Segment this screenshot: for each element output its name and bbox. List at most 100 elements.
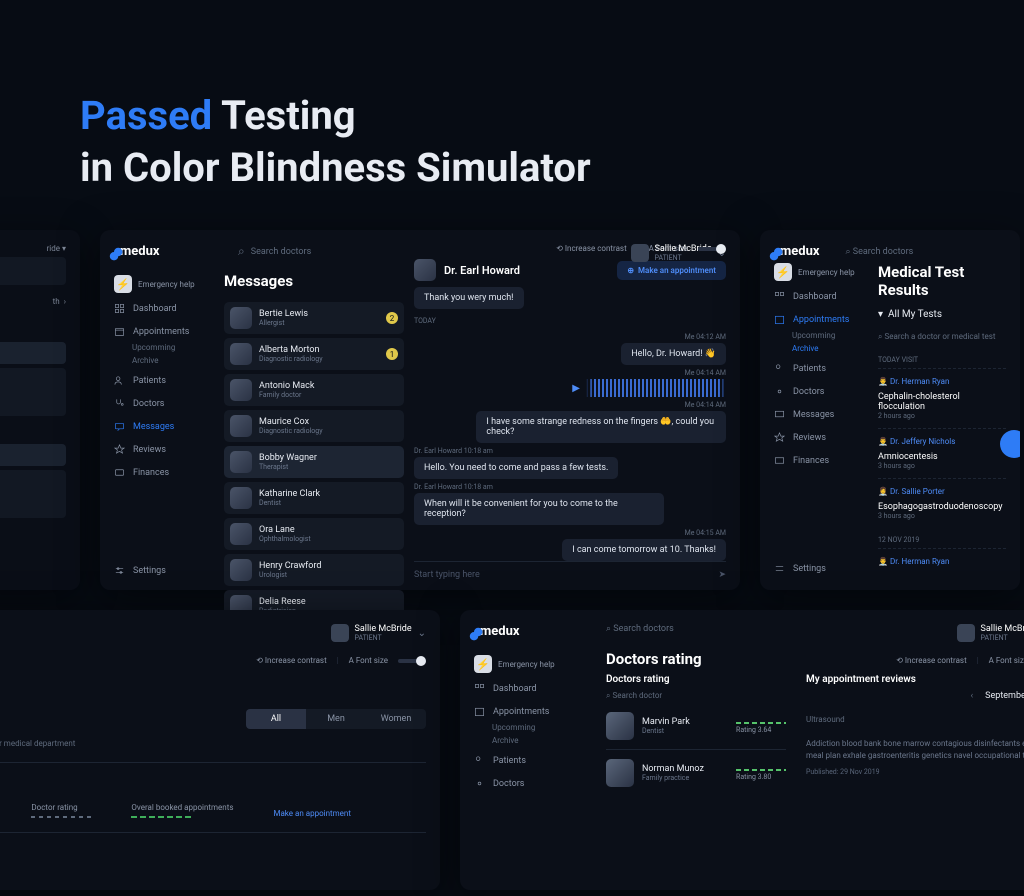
nav-reviews[interactable]: Reviews [114, 442, 224, 457]
nav-settings[interactable]: Settings [774, 563, 864, 574]
stethoscope-icon [114, 398, 125, 409]
users-icon [774, 363, 785, 374]
sliders-icon [114, 565, 125, 576]
doctor-row[interactable]: Marvin ParkDentist Rating 3.64 [606, 707, 786, 745]
nav-archive[interactable]: Archive [114, 356, 224, 365]
chat-pane: ⟲ Increase contrast | A Font size Dr. Ea… [414, 244, 726, 576]
font-size-slider[interactable] [398, 659, 426, 663]
tab-men[interactable]: Men [306, 709, 366, 729]
chat-bubble: When will it be convenient for you to co… [414, 493, 664, 525]
search-frag[interactable]: octor or medical department [0, 739, 426, 748]
tab-all[interactable]: All [246, 709, 306, 729]
sidebar: ⚡Emergency help Dashboard Appointments U… [774, 263, 864, 574]
toggle-contrast[interactable]: ⟲ Increase contrast [256, 656, 327, 665]
calendar-icon [774, 314, 785, 325]
nav-doctors[interactable]: Doctors [114, 396, 224, 411]
audio-message[interactable]: ▶ [572, 379, 726, 397]
doctor-row[interactable]: Norman MunozFamily practice Rating 3.80 [606, 754, 786, 792]
make-appointment-button[interactable]: ⊕ Make an appointment [617, 261, 726, 280]
nav-doctors[interactable]: Doctors [474, 776, 584, 791]
contact-item-active[interactable]: Bobby WagnerTherapist [224, 446, 404, 478]
user-menu[interactable]: Sallie McBridePATIENT ⌄ [957, 624, 1024, 642]
test-item[interactable]: 👨‍⚕️ Dr. Jeffery Nichols Amniocentesis 3… [878, 428, 1006, 478]
toggle-contrast[interactable]: ⟲ Increase contrast [896, 656, 967, 665]
chat-bubble: Hello. You need to come and pass a few t… [414, 457, 618, 479]
emergency-help[interactable]: ⚡Emergency help [774, 263, 864, 281]
avatar [631, 244, 649, 262]
prev-month[interactable]: ‹ [970, 691, 973, 701]
screen-tests: medux ⌕ Search doctors ⚡Emergency help D… [760, 230, 1020, 590]
test-item[interactable]: 👩‍⚕️ Dr. Sallie Porter Esophagogastroduo… [878, 478, 1006, 528]
contact-item[interactable]: Katharine ClarkDentist [224, 482, 404, 514]
calendar-icon [474, 706, 485, 717]
logo: medux ⌕ Search doctors [774, 244, 1006, 259]
page-title: Medical Test Results [878, 263, 1006, 299]
users-icon [114, 375, 125, 386]
screen-sliver-left: ride ▾ th › ••• ult ••• ult [0, 230, 80, 590]
contact-item[interactable]: Bertie LewisAllergist2 [224, 302, 404, 334]
nav-doctors[interactable]: Doctors [774, 384, 864, 399]
toggle-contrast[interactable]: ⟲ Increase contrast [556, 244, 627, 253]
emergency-help[interactable]: ⚡Emergency help [474, 655, 584, 673]
chat-bubble: I have some strange redness on the finge… [476, 411, 726, 443]
contact-item[interactable]: Ora LaneOphthalmologist [224, 518, 404, 550]
contact-item[interactable]: Alberta MortonDiagnostic radiology1 [224, 338, 404, 370]
nav-messages[interactable]: Messages [114, 419, 224, 434]
review-text: Addiction blood bank bone marrow contagi… [806, 738, 1024, 762]
screen-ratings: medux ⚡Emergency help Dashboard Appointm… [460, 610, 1024, 890]
chat-doctor-name: Dr. Earl Howard [444, 264, 520, 277]
result-pill[interactable]: ult [0, 342, 66, 364]
chat-input[interactable]: Start typing here ➤ [414, 561, 726, 580]
nav-finances[interactable]: Finances [114, 465, 224, 480]
doctor-search[interactable]: ⌕ Search doctor [606, 691, 786, 701]
nav-appointments[interactable]: Appointments [474, 704, 584, 719]
nav-dashboard[interactable]: Dashboard [774, 289, 864, 304]
wallet-icon [114, 467, 125, 478]
contact-item[interactable]: Antonio MackFamily doctor [224, 374, 404, 406]
nav-patients[interactable]: Patients [474, 753, 584, 768]
sidebar: medux ⚡Emergency help Dashboard Appointm… [474, 624, 584, 876]
headline: Passed Testing in Color Blindness Simula… [80, 90, 591, 194]
logo: medux [114, 244, 224, 259]
make-appointment-link[interactable]: Make an appointment [273, 809, 350, 818]
nav-upcoming[interactable]: Upcomming [114, 343, 224, 352]
nav-dashboard[interactable]: Dashboard [474, 681, 584, 696]
test-item[interactable]: 👨‍⚕️ Dr. Herman Ryan [878, 548, 1006, 574]
doctor-avatar [414, 259, 436, 281]
star-icon [114, 444, 125, 455]
send-icon[interactable]: ➤ [718, 570, 726, 580]
nav-reviews[interactable]: Reviews [774, 430, 864, 445]
gender-tabs: All Men Women [246, 709, 426, 729]
month-label: September 2019 [985, 691, 1024, 701]
nav-patients[interactable]: Patients [114, 373, 224, 388]
nav-appointments[interactable]: Appointments [114, 324, 224, 339]
tab-women[interactable]: Women [366, 709, 426, 729]
search-input[interactable]: ⌕ Search doctors [606, 624, 674, 634]
tests-tab[interactable]: ▾ All My Tests [878, 309, 1006, 320]
test-item[interactable]: 👨‍⚕️ Dr. Herman Ryan Cephalin-cholestero… [878, 368, 1006, 428]
nav-messages[interactable]: Messages [774, 407, 864, 422]
chat-icon [774, 409, 785, 420]
nav-patients[interactable]: Patients [774, 361, 864, 376]
day-label: TODAY [414, 317, 726, 325]
nav-appointments[interactable]: Appointments [774, 312, 864, 327]
nav-settings[interactable]: Settings [114, 565, 224, 576]
screen-patients-frag: Sallie McBridePATIENT ⌄ ⟲ Increase contr… [0, 610, 440, 890]
font-size-slider[interactable] [698, 247, 726, 251]
screen-messages: Sallie McBride PATIENT ⌄ Search doctors … [100, 230, 740, 590]
nav-dashboard[interactable]: Dashboard [114, 301, 224, 316]
chat-bubble: I can come tomorrow at 10. Thanks! [562, 539, 726, 561]
contact-item[interactable]: Henry CrawfordUrologist [224, 554, 404, 586]
emergency-help[interactable]: ⚡ Emergency help [114, 275, 224, 293]
tests-search[interactable]: ⌕ Search a doctor or medical test [878, 326, 1006, 348]
result-pill[interactable]: ult [0, 444, 66, 466]
contact-item[interactable]: Maurice CoxDiagnostic radiology [224, 410, 404, 442]
chat-bubble: Thank you wery much! [414, 287, 524, 309]
nav-finances[interactable]: Finances [774, 453, 864, 468]
sidebar: medux ⚡ Emergency help Dashboard Appoint… [114, 244, 224, 576]
search-input[interactable]: ⌕ Search doctors [846, 247, 914, 257]
play-icon[interactable]: ▶ [572, 383, 580, 394]
user-menu[interactable]: Sallie McBridePATIENT ⌄ [331, 624, 426, 642]
fab-button[interactable] [1000, 430, 1020, 458]
search-input[interactable]: Search doctors [238, 244, 311, 259]
